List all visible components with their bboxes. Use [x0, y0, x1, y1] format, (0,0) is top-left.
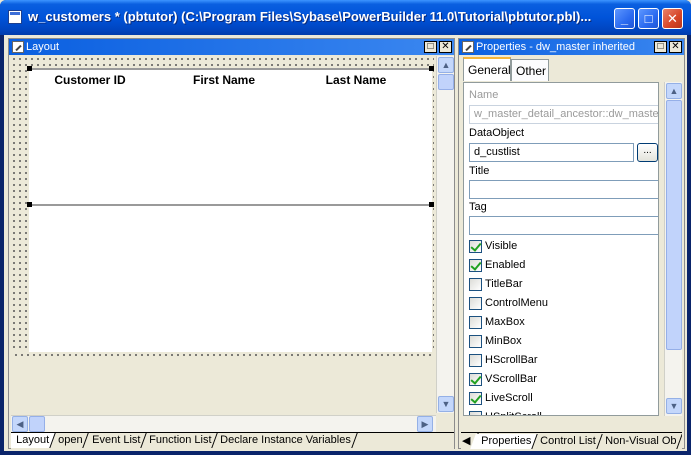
tag-label: Tag	[469, 201, 487, 213]
scroll-right-button[interactable]: ▶	[417, 416, 433, 432]
scroll-down-button[interactable]: ▼	[666, 398, 682, 414]
tab-event-list[interactable]: Event List	[80, 433, 147, 448]
scroll-thumb[interactable]	[438, 74, 454, 90]
checkbox-label: HSplitScroll	[485, 411, 542, 415]
scroll-down-button[interactable]: ▼	[438, 396, 454, 412]
tab-non-visual-objects[interactable]: Non-Visual Ob	[594, 434, 682, 449]
maximize-icon: □	[644, 11, 653, 26]
arrow-left-icon: ◀	[462, 435, 471, 447]
layout-bottom-tabs: Layout open Event List Function List Declare…	[11, 432, 454, 449]
scroll-up-button[interactable]: ▲	[438, 57, 454, 73]
checkbox-label: MinBox	[485, 335, 522, 347]
checkbox-label: ControlMenu	[485, 297, 548, 309]
checkbox-label: MaxBox	[485, 316, 525, 328]
maximize-icon: □	[427, 41, 434, 52]
dataobject-browse-button[interactable]: ...	[637, 143, 658, 162]
layout-pane: Layout □ ✕ Customer ID First Name Last N…	[8, 38, 455, 449]
tab-properties[interactable]: Properties	[470, 434, 538, 449]
title-label: Title	[469, 165, 490, 177]
properties-maximize-button[interactable]: □	[654, 41, 667, 53]
checkbox-box[interactable]	[469, 392, 482, 405]
column-header-last-name[interactable]: Last Name	[301, 73, 411, 87]
window-icon	[8, 10, 22, 24]
app-window: w_customers * (pbtutor) (C:\Program File…	[0, 0, 691, 455]
layout-close-button[interactable]: ✕	[439, 41, 452, 53]
properties-vertical-scrollbar[interactable]: ▲ ▼	[664, 82, 682, 416]
arrow-down-icon: ▼	[441, 399, 451, 409]
close-icon: ✕	[441, 41, 450, 52]
hscroll-thumb[interactable]	[29, 416, 45, 432]
checkbox-label: LiveScroll	[485, 392, 533, 404]
header-top-line	[29, 68, 434, 70]
layout-canvas[interactable]: Customer ID First Name Last Name	[11, 56, 434, 413]
datawindow-design[interactable]	[29, 68, 432, 352]
scroll-up-button[interactable]: ▲	[666, 83, 682, 99]
checkbox-box[interactable]	[469, 259, 482, 272]
layout-pane-titlebar[interactable]: Layout □ ✕	[9, 39, 454, 55]
pin-icon[interactable]	[12, 41, 24, 53]
tab-other[interactable]: Other	[511, 59, 549, 81]
properties-pane-title: Properties - dw_master inherited	[476, 41, 635, 53]
dataobject-label: DataObject	[469, 127, 525, 139]
minimize-button[interactable]: _	[614, 8, 635, 29]
minimize-icon: _	[620, 11, 629, 26]
checkbox-label: Enabled	[485, 259, 526, 271]
name-label: Name	[469, 89, 499, 101]
checkbox-label: VScrollBar	[485, 373, 537, 385]
properties-pane: Properties - dw_master inherited □ ✕ Gen…	[458, 38, 685, 449]
checkbox-box[interactable]	[469, 335, 482, 348]
name-field: w_master_detail_ancestor::dw_maste	[469, 105, 658, 124]
resize-handle[interactable]	[27, 66, 32, 71]
resize-handle[interactable]	[27, 202, 32, 207]
close-icon: ✕	[671, 41, 680, 52]
checkbox-box[interactable]	[469, 373, 482, 386]
properties-general-page: Name w_master_detail_ancestor::dw_maste …	[463, 82, 659, 416]
resize-handle[interactable]	[429, 66, 434, 71]
arrow-up-icon: ▲	[669, 86, 679, 96]
tab-declare-instance-variables[interactable]: Declare Instance Variables	[209, 433, 358, 448]
tag-field[interactable]	[469, 216, 658, 235]
checkbox-box[interactable]	[469, 316, 482, 329]
checkbox-label: TitleBar	[485, 278, 523, 290]
header-band-divider[interactable]	[29, 204, 434, 206]
scroll-left-button[interactable]: ◀	[12, 416, 28, 432]
column-header-first-name[interactable]: First Name	[169, 73, 279, 87]
resize-handle[interactable]	[429, 202, 434, 207]
properties-close-button[interactable]: ✕	[669, 41, 682, 53]
properties-bottom-tabs: ◀ Properties Control List Non-Visual Ob	[461, 432, 682, 449]
window-title: w_customers * (pbtutor) (C:\Program File…	[28, 9, 592, 24]
arrow-right-icon: ▶	[421, 419, 429, 429]
checkbox-box[interactable]	[469, 240, 482, 253]
dataobject-field[interactable]: d_custlist	[469, 143, 634, 162]
title-field[interactable]	[469, 180, 658, 199]
checkbox-box[interactable]	[469, 297, 482, 310]
client-area: Layout □ ✕ Customer ID First Name Last N…	[4, 35, 687, 451]
checkbox-box[interactable]	[469, 354, 482, 367]
tab-control-list[interactable]: Control List	[529, 434, 603, 449]
maximize-button[interactable]: □	[638, 8, 659, 29]
pin-icon[interactable]	[462, 41, 474, 53]
arrow-left-icon: ◀	[16, 419, 24, 429]
checkbox-label: HScrollBar	[485, 354, 538, 366]
column-header-customer-id[interactable]: Customer ID	[45, 73, 135, 87]
scroll-thumb[interactable]	[666, 100, 682, 350]
layout-maximize-button[interactable]: □	[424, 41, 437, 53]
close-icon: ✕	[667, 11, 678, 26]
close-button[interactable]: ✕	[662, 8, 683, 29]
tab-general[interactable]: General	[463, 57, 511, 81]
maximize-icon: □	[657, 41, 664, 52]
tab-function-list[interactable]: Function List	[138, 433, 218, 448]
canvas-gray-area	[13, 356, 434, 413]
checkbox-box[interactable]	[469, 411, 482, 415]
layout-vertical-scrollbar[interactable]: ▲ ▼	[436, 56, 454, 413]
layout-horizontal-scrollbar[interactable]: ◀ ▶	[11, 415, 436, 432]
arrow-up-icon: ▲	[441, 60, 451, 70]
layout-pane-title: Layout	[26, 41, 60, 53]
properties-pane-titlebar[interactable]: Properties - dw_master inherited □ ✕	[459, 39, 684, 55]
arrow-down-icon: ▼	[669, 401, 679, 411]
checkbox-label: Visible	[485, 240, 518, 252]
window-titlebar[interactable]: w_customers * (pbtutor) (C:\Program File…	[0, 0, 691, 35]
checkbox-box[interactable]	[469, 278, 482, 291]
